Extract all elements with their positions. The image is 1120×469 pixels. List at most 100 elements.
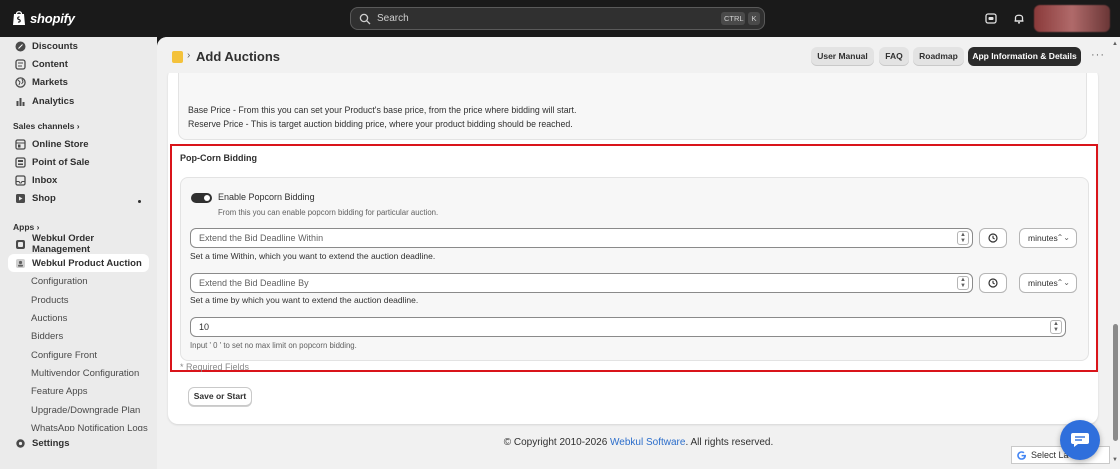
search-input[interactable]: Search CTRL K (350, 7, 765, 30)
extend-by-unit-select[interactable]: minutes ⌃⌄ (1019, 273, 1077, 293)
sidebar: Discounts Content Markets Analytics Sale… (0, 37, 157, 469)
sidebar-item-label: Shop (32, 192, 56, 204)
popcorn-bidding-section: Pop-Corn Bidding Enable Popcorn Bidding … (170, 144, 1098, 372)
chat-button[interactable] (1060, 420, 1100, 460)
sidebar-item-settings[interactable]: Settings (8, 434, 149, 452)
account-avatar[interactable] (1034, 5, 1110, 32)
page-header: › Add Auctions User Manual FAQ Roadmap A… (157, 37, 1120, 73)
extend-within-help: Set a time Within, which you want to ext… (190, 251, 436, 261)
extend-within-stepper[interactable]: ▲ ▼ (957, 231, 969, 245)
max-limit-value: 10 (199, 322, 210, 332)
footer: © Copyright 2010-2026 Webkul Software. A… (157, 437, 1120, 448)
faq-button[interactable]: FAQ (879, 47, 909, 66)
scroll-up-icon[interactable]: ▲ (1112, 41, 1118, 47)
scroll-thumb[interactable] (1113, 324, 1118, 441)
sidebar-item-content[interactable]: Content (8, 55, 149, 73)
sidebar-subitem-configuration[interactable]: Configuration (31, 276, 88, 287)
sidebar-item-shop[interactable]: Shop (8, 189, 149, 207)
sidebar-subitem-configure-front[interactable]: Configure Front (31, 350, 97, 361)
app-icon[interactable] (172, 51, 183, 63)
user-manual-button[interactable]: User Manual (811, 47, 874, 66)
sidebar-item-label: Point of Sale (32, 156, 90, 168)
extend-by-clock-button[interactable] (979, 273, 1007, 293)
sidebar-item-label: Analytics (32, 95, 75, 107)
roadmap-button[interactable]: Roadmap (913, 47, 964, 66)
globe-icon (15, 76, 26, 88)
sidebar-item-inbox[interactable]: Inbox (8, 171, 149, 189)
enable-popcorn-help: From this you can enable popcorn bidding… (218, 208, 439, 217)
popcorn-section-title: Pop-Corn Bidding (180, 153, 257, 163)
inbox-icon (15, 174, 26, 186)
max-limit-stepper[interactable]: ▲ ▼ (1050, 320, 1062, 334)
shop-status-dot (138, 200, 141, 203)
extend-within-unit: minutes (1028, 233, 1058, 243)
sidebar-item-label: Discounts (32, 40, 78, 52)
sidebar-item-markets[interactable]: Markets (8, 73, 149, 91)
app-information-button[interactable]: App Information & Details (968, 47, 1081, 66)
bar-chart-icon (16, 97, 25, 106)
search-placeholder: Search (377, 13, 409, 24)
apps-heading[interactable]: Apps › (13, 222, 39, 232)
apps-label: Apps (13, 222, 35, 232)
extend-by-input[interactable]: Extend the Bid Deadline By ▲ ▼ (190, 273, 973, 293)
google-g-icon (1017, 450, 1026, 460)
sidebar-subitem-multivendor-configuration[interactable]: Multivendor Configuration (31, 368, 139, 379)
more-actions-icon[interactable]: ··· (1091, 49, 1105, 61)
shop-icon (16, 193, 25, 203)
sidebar-item-discounts[interactable]: Discounts (8, 37, 149, 55)
extend-within-clock-button[interactable] (979, 228, 1007, 248)
extend-by-help: Set a time by which you want to extend t… (190, 295, 419, 305)
search-icon (359, 13, 371, 24)
store-switcher-icon[interactable] (984, 11, 998, 25)
chevron-updown-icon: ⌃⌄ (1056, 233, 1070, 242)
page-scrollbar[interactable]: ▲ ▼ (1110, 37, 1120, 469)
sidebar-item-webkul-product-auction[interactable]: Webkul Product Auction (8, 254, 149, 272)
save-or-start-button[interactable]: Save or Start (188, 387, 252, 406)
sales-channels-label: Sales channels (13, 121, 75, 131)
extend-within-input[interactable]: Extend the Bid Deadline Within ▲ ▼ (190, 228, 973, 248)
webkul-link[interactable]: Webkul Software (610, 437, 685, 448)
copyright-prefix: © Copyright 2010-2026 (503, 437, 611, 448)
sidebar-subitem-whatsapp-logs[interactable]: WhatsApp Notification Logs (31, 423, 148, 431)
page-title: Add Auctions (196, 49, 281, 64)
auction-app-icon (16, 258, 25, 268)
sidebar-subitem-bidders[interactable]: Bidders (31, 331, 63, 342)
sidebar-item-label: Online Store (32, 138, 89, 150)
copyright-suffix: . All rights reserved. (685, 437, 774, 448)
enable-popcorn-label: Enable Popcorn Bidding (218, 192, 315, 202)
required-fields-note: * Required Fields (180, 362, 250, 372)
content-icon (15, 58, 26, 70)
discount-icon (15, 41, 26, 51)
pos-icon (15, 156, 26, 168)
extend-by-placeholder: Extend the Bid Deadline By (199, 278, 309, 288)
sidebar-subitem-feature-apps[interactable]: Feature Apps (31, 386, 88, 397)
chat-icon (1071, 433, 1089, 447)
bell-icon[interactable] (1012, 11, 1026, 25)
extend-within-unit-select[interactable]: minutes ⌃⌄ (1019, 228, 1077, 248)
top-bar: shopify Search CTRL K (0, 0, 1120, 37)
scroll-down-icon[interactable]: ▼ (1112, 457, 1118, 463)
extend-within-placeholder: Extend the Bid Deadline Within (199, 233, 324, 243)
sidebar-item-point-of-sale[interactable]: Point of Sale (8, 153, 149, 171)
shortcut-k-key: K (748, 12, 760, 25)
sidebar-subitem-upgrade-plan[interactable]: Upgrade/Downgrade Plan (31, 405, 140, 416)
sidebar-item-analytics[interactable]: Analytics (8, 92, 149, 110)
extend-by-unit: minutes (1028, 278, 1058, 288)
sidebar-subitem-products[interactable]: Products (31, 295, 69, 306)
sidebar-item-online-store[interactable]: Online Store (8, 135, 149, 153)
shopify-logo[interactable]: shopify (12, 10, 75, 26)
shopify-bag-icon (13, 11, 25, 25)
extend-by-stepper[interactable]: ▲ ▼ (957, 276, 969, 290)
max-limit-input[interactable]: 10 ▲ ▼ (190, 317, 1066, 337)
sidebar-subitem-auctions[interactable]: Auctions (31, 313, 67, 324)
app-icon (16, 239, 25, 249)
sidebar-item-webkul-order-management[interactable]: Webkul Order Management (8, 233, 149, 255)
popcorn-settings-box: Enable Popcorn Bidding From this you can… (180, 177, 1089, 361)
max-limit-help: Input ' 0 ' to set no max limit on popco… (190, 341, 357, 350)
sales-channels-heading[interactable]: Sales channels › (13, 121, 80, 131)
enable-popcorn-toggle[interactable] (191, 193, 212, 203)
main-content: Base Price - From this you can set your … (157, 37, 1120, 469)
clock-icon (988, 278, 998, 288)
sidebar-item-label: Settings (32, 437, 70, 449)
sidebar-item-label: Inbox (32, 174, 58, 186)
